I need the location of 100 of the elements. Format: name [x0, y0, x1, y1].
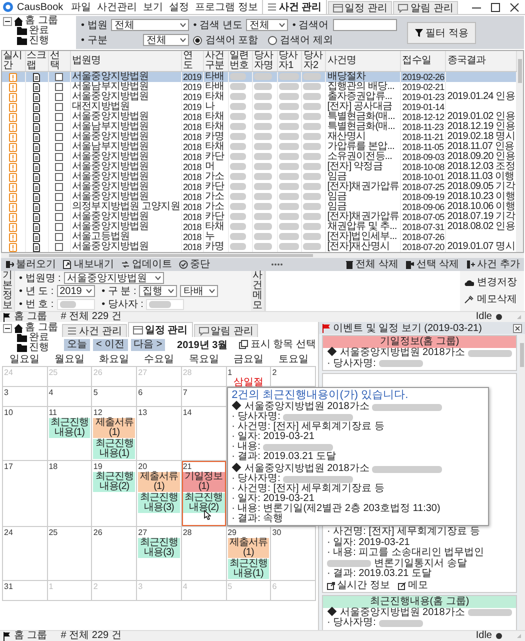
column-header[interactable]: 법원명 [70, 51, 182, 72]
table-row[interactable]: 서울중앙지방법원 2019 타채 출자증권압류... 2019-01-23 2019.01.24 인용 [2, 92, 516, 102]
calendar-day[interactable]: 13 [137, 407, 182, 461]
calendar-day[interactable]: 3 [3, 387, 48, 407]
nav-button[interactable]: 다음 > [130, 338, 166, 350]
document-icon[interactable] [33, 122, 40, 132]
toolbar-button[interactable]: 사건 추가 [466, 259, 520, 270]
document-icon[interactable] [33, 192, 40, 202]
document-icon[interactable] [33, 222, 40, 232]
table-row[interactable]: 대전지방법원 2019 나 [전자] 공사대금 2019-01-14 [2, 102, 516, 112]
calendar-day[interactable]: 20 제출서류(1) 최근진행내용(3) [137, 461, 182, 527]
text-field[interactable] [56, 298, 95, 310]
toolbar-button[interactable]: 업데이트 [121, 259, 172, 270]
checkbox[interactable] [55, 193, 64, 201]
dropdown[interactable]: 전체 [246, 19, 288, 31]
display-options-button[interactable]: 표시 항목 선택 [239, 339, 316, 350]
table-row[interactable]: 서울남부지방법원 2019 타배 집행관의 배당... 2019-02-21 [2, 82, 516, 92]
checkbox[interactable] [55, 153, 64, 161]
dropdown[interactable]: 타배 [180, 285, 218, 297]
checkbox[interactable] [55, 73, 64, 81]
toolbar-button[interactable]: 불러오기 [5, 259, 56, 270]
document-icon[interactable] [33, 132, 40, 142]
calendar-day[interactable]: 6 [137, 387, 182, 407]
calendar-day[interactable]: 24 [3, 527, 48, 581]
calendar-day[interactable]: 19 최근진행내용(2) [92, 461, 138, 527]
table-row[interactable]: 서울중앙지방법원 2018 가소 임금 2018-10-01 2018.11.03 이행 [2, 172, 516, 182]
dropdown[interactable]: 서울중앙지방법원 [64, 272, 164, 284]
event-chip[interactable]: 최근진행내용(1) [93, 439, 136, 459]
checkbox[interactable] [55, 213, 64, 221]
tab[interactable]: 알림 관리 [194, 324, 258, 337]
nav-button[interactable]: 오늘 [64, 338, 90, 350]
calendar-day[interactable]: 17 [3, 461, 48, 527]
tab[interactable]: 일정 관리 [128, 322, 193, 337]
vertical-scrollbar[interactable] [519, 335, 525, 630]
table-row[interactable]: 서울남부지방법원 2018 타채 가압류를 본압... 2018-11-05 2018.11.07 인용 [2, 142, 516, 152]
menu-item[interactable]: 보기 [143, 0, 164, 14]
calendar-day[interactable]: 27 최근진행내용(3) [137, 527, 182, 581]
table-row[interactable]: 서울중앙지방법원 2018 카단 [전자]채권가압류 2018-07-25 2018.09.05 기각 [2, 182, 516, 192]
card-link[interactable]: 메모 [398, 580, 428, 590]
checkbox[interactable] [55, 113, 64, 121]
close-icon[interactable] [510, 2, 519, 12]
radio-label[interactable]: 검색어 제외 [280, 33, 333, 47]
toolbar-button[interactable]: 중단 [179, 259, 210, 270]
event-chip[interactable]: 최근진행내용(3) [138, 493, 180, 513]
table-row[interactable]: 서울중앙지방법원 2019 타배 배당절차 2019-02-26 [2, 72, 516, 82]
checkbox[interactable] [55, 223, 64, 231]
column-header[interactable]: 종국결과 [446, 51, 516, 72]
radio-button[interactable] [268, 36, 278, 44]
calendar-day[interactable]: 12 제출서류(1) 최근진행내용(1) [92, 407, 138, 461]
calendar-day[interactable]: 29 제출서류(1) 최근진행내용(1) [226, 527, 272, 581]
document-icon[interactable] [33, 112, 40, 122]
document-icon[interactable] [33, 142, 40, 152]
event-chip[interactable]: 제출서류(1) [93, 418, 136, 438]
tab[interactable]: 사건 관리 [62, 324, 127, 337]
column-header[interactable]: 접수일 [400, 51, 446, 72]
checkbox[interactable] [55, 83, 64, 91]
menu-item[interactable]: 파일 [71, 0, 92, 14]
checkbox[interactable] [55, 93, 64, 101]
collapse-icon[interactable] [3, 16, 12, 26]
menu-item[interactable]: 사건관리 [97, 0, 138, 14]
tree-item[interactable]: 홈 그룹 [25, 16, 58, 26]
document-icon[interactable] [33, 92, 40, 102]
tree-item[interactable]: 완료 [29, 26, 49, 36]
calendar-day[interactable]: 18 [48, 461, 92, 527]
document-icon[interactable] [33, 232, 40, 242]
table-row[interactable]: 서울중앙지방법원 2018 카단 [전자]채권가압류 2018-07-05 2018.07.19 기각 [2, 212, 516, 222]
checkbox[interactable] [55, 123, 64, 131]
column-header[interactable]: 사건명 [326, 51, 401, 72]
calendar-day[interactable]: 11 최근진행내용(1) [48, 407, 92, 461]
document-icon[interactable] [33, 182, 40, 192]
calendar-day[interactable]: 26 [92, 527, 138, 581]
event-chip[interactable]: 최근진행내용(2) [93, 472, 136, 492]
toolbar-button[interactable]: 전체 삭제 [344, 259, 398, 270]
checkbox[interactable] [55, 163, 64, 171]
checkbox[interactable] [55, 203, 64, 211]
checkbox[interactable] [55, 173, 64, 181]
calendar-day[interactable]: 10 [3, 407, 48, 461]
calendar-day[interactable]: 30 [271, 527, 316, 581]
table-row[interactable]: 의정부지방법원 고양지원 2018 가소 임금 2018-09-06 2018.10.06 이행 [2, 202, 516, 212]
document-icon[interactable] [33, 202, 40, 212]
tab[interactable]: 알림 관리 [393, 1, 458, 14]
table-row[interactable]: 서울중앙지방법원 2018 카명 재산명시 2018-11-21 2019.02.18 명시 [2, 132, 516, 142]
document-icon[interactable] [33, 212, 40, 222]
tree-item[interactable]: 홈 그룹 [25, 323, 58, 333]
menu-item[interactable]: 프로그램 정보 [195, 0, 258, 14]
table-row[interactable]: 서울고등법원 2018 누 [전자]법인세부... 2018-07-26 [2, 232, 516, 242]
event-chip[interactable]: 최근진행내용(2) [182, 493, 225, 513]
vertical-scrollbar[interactable] [517, 51, 523, 252]
table-row[interactable]: 서울중앙지방법원 2018 머 [전자] 약정금 2018-10-08 2018.12.03 조정 [2, 162, 516, 172]
dropdown[interactable]: 전체 [143, 34, 190, 46]
checkbox[interactable] [55, 183, 64, 191]
toolbar-button[interactable]: 내보내기 [63, 259, 114, 270]
tab[interactable]: 일정 관리 [328, 1, 392, 14]
horizontal-scrollbar[interactable] [1, 253, 524, 258]
splitter-handle[interactable] [271, 263, 284, 266]
action-button[interactable]: 변경저장 [464, 277, 520, 288]
calendar-day[interactable]: 25 [48, 527, 92, 581]
dropdown[interactable]: 집행 [139, 285, 178, 297]
maximize-icon[interactable] [491, 2, 500, 12]
calendar-day[interactable]: 31 [3, 581, 48, 601]
